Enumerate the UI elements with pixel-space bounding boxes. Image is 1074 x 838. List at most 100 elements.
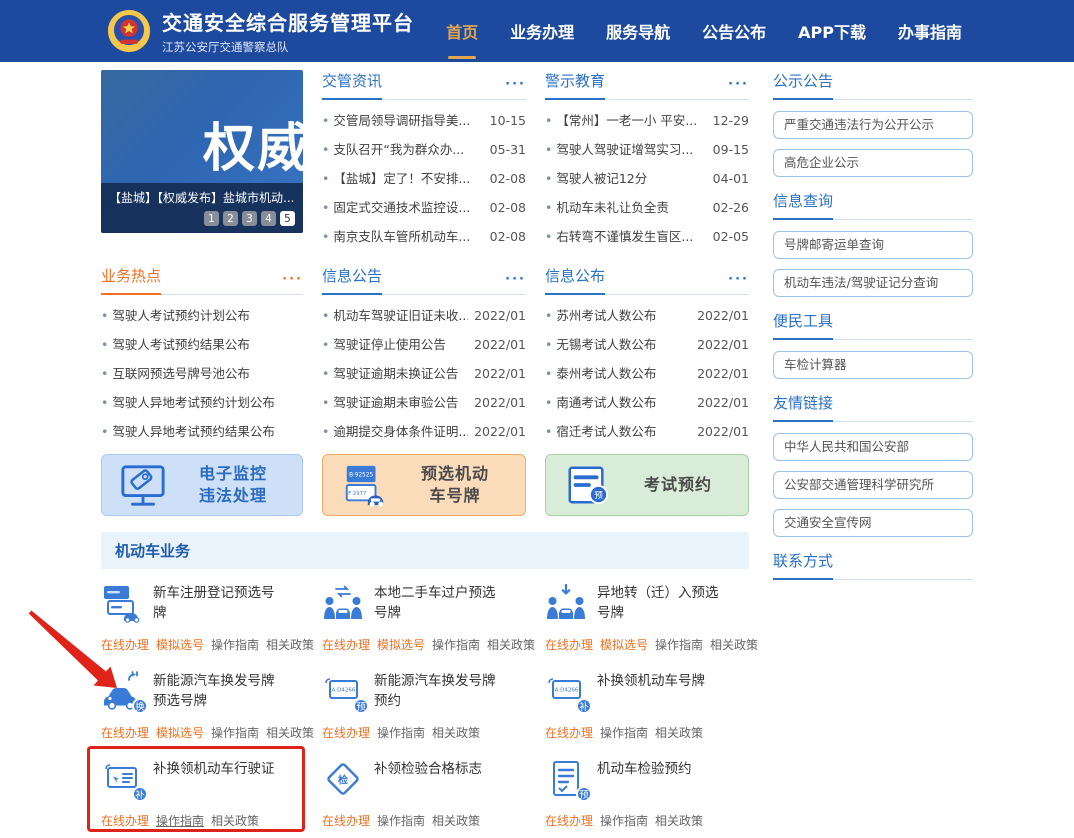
service-title[interactable]: 补领检验合格标志 xyxy=(374,759,508,805)
service-link[interactable]: 模拟选号 xyxy=(156,636,204,653)
news-item[interactable]: 泰州考试人数公布 2022/01 xyxy=(545,359,749,388)
news-item[interactable]: 宿迁考试人数公布 2022/01 xyxy=(545,417,749,446)
more-icon[interactable]: ··· xyxy=(728,272,749,294)
service-link[interactable]: 相关政策 xyxy=(655,724,703,741)
service-link[interactable]: 相关政策 xyxy=(655,812,703,829)
sidebar-link-button[interactable]: 高危企业公示 xyxy=(773,149,973,177)
nav-item[interactable]: 服务导航 xyxy=(606,15,670,47)
service-link[interactable]: 相关政策 xyxy=(211,812,259,829)
service-link[interactable]: 操作指南 xyxy=(432,636,480,653)
news-item[interactable]: 南通考试人数公布 2022/01 xyxy=(545,388,749,417)
news-item[interactable]: 固定式交通技术监控设... 02-08 xyxy=(322,193,526,222)
news-item[interactable]: 苏州考试人数公布 2022/01 xyxy=(545,301,749,330)
service-link[interactable]: 相关政策 xyxy=(432,812,480,829)
sidebar-link-button[interactable]: 号牌邮寄运单查询 xyxy=(773,231,973,259)
section-xinxi-gongbu: 信息公布 ··· 苏州考试人数公布 2022/01 无锡考试人数公布 2022/… xyxy=(545,265,749,446)
news-item[interactable]: 驾驶人驾驶证增驾实习... 09-15 xyxy=(545,135,749,164)
news-item[interactable]: 驾驶人异地考试预约结果公布 xyxy=(101,417,303,446)
service-item: 检 补领检验合格标志 在线办理 操作指南 相关政策 xyxy=(322,759,526,829)
news-item[interactable]: 互联网预选号牌号池公布 xyxy=(101,359,303,388)
more-icon[interactable]: ··· xyxy=(282,272,303,294)
service-link[interactable]: 在线办理 xyxy=(322,636,370,653)
service-title[interactable]: 异地转（迁）入预选号牌 xyxy=(597,583,731,629)
service-link[interactable]: 操作指南 xyxy=(600,724,648,741)
sidebar-link-button[interactable]: 机动车违法/驾驶证记分查询 xyxy=(773,269,973,297)
service-link[interactable]: 在线办理 xyxy=(545,724,593,741)
news-item[interactable]: 【盐城】定了！不安排... 02-08 xyxy=(322,164,526,193)
service-title[interactable]: 新车注册登记预选号牌 xyxy=(153,583,287,629)
carousel-page[interactable]: 3 xyxy=(242,211,257,226)
service-link[interactable]: 相关政策 xyxy=(432,724,480,741)
service-link[interactable]: 模拟选号 xyxy=(156,724,204,741)
service-link[interactable]: 在线办理 xyxy=(322,724,370,741)
service-link[interactable]: 相关政策 xyxy=(487,636,535,653)
carousel-page[interactable]: 4 xyxy=(261,211,276,226)
quick-service-banner[interactable]: 电子监控 违法处理 xyxy=(101,454,303,516)
news-item[interactable]: 机动车驾驶证旧证未收... 2022/01 xyxy=(322,301,526,330)
sidebar-link-button[interactable]: 公安部交通管理科学研究所 xyxy=(773,471,973,499)
carousel-page[interactable]: 5 xyxy=(280,211,295,226)
service-title[interactable]: 机动车检验预约 xyxy=(597,759,731,805)
site-subtitle: 江苏公安厅交通警察总队 xyxy=(162,40,289,54)
service-link[interactable]: 操作指南 xyxy=(655,636,703,653)
service-link[interactable]: 相关政策 xyxy=(266,636,314,653)
sidebar-link-button[interactable]: 车检计算器 xyxy=(773,351,973,379)
nav-item[interactable]: 办事指南 xyxy=(898,15,962,47)
service-link[interactable]: 操作指南 xyxy=(211,724,259,741)
service-item: 换 新能源汽车换发号牌预选号牌 在线办理 模拟选号 操作指南 相关政策 xyxy=(101,671,314,741)
service-link[interactable]: 在线办理 xyxy=(545,812,593,829)
service-link[interactable]: 操作指南 xyxy=(377,724,425,741)
nav-item[interactable]: 首页 xyxy=(446,15,478,47)
service-title[interactable]: 新能源汽车换发号牌预约 xyxy=(374,671,508,717)
nav-item[interactable]: APP下载 xyxy=(798,15,866,47)
more-icon[interactable]: ··· xyxy=(728,77,749,99)
service-title[interactable]: 补换领机动车号牌 xyxy=(597,671,731,717)
sidebar-link-button[interactable]: 中华人民共和国公安部 xyxy=(773,433,973,461)
service-link[interactable]: 相关政策 xyxy=(266,724,314,741)
news-item[interactable]: 【常州】一老一小 平安... 12-29 xyxy=(545,106,749,135)
news-item[interactable]: 驾驶人考试预约计划公布 xyxy=(101,301,303,330)
news-item[interactable]: 驾驶证逾期未换证公告 2022/01 xyxy=(322,359,526,388)
main-column: 权威 【盐城】【权威发布】盐城市机动... 1 2 3 4 5 交管资讯 ···… xyxy=(87,70,758,838)
service-link[interactable]: 操作指南 xyxy=(600,812,648,829)
more-icon[interactable]: ··· xyxy=(505,272,526,294)
more-icon[interactable]: ··· xyxy=(505,77,526,99)
news-item[interactable]: 驾驶人考试预约结果公布 xyxy=(101,330,303,359)
news-item[interactable]: 交管局领导调研指导美... 10-15 xyxy=(322,106,526,135)
sidebar-link-button[interactable]: 交通安全宣传网 xyxy=(773,509,973,537)
service-title[interactable]: 本地二手车过户预选号牌 xyxy=(374,583,508,629)
news-item[interactable]: 逾期提交身体条件证明... 2022/01 xyxy=(322,417,526,446)
service-link[interactable]: 在线办理 xyxy=(322,812,370,829)
service-link[interactable]: 在线办理 xyxy=(101,724,149,741)
news-item[interactable]: 右转弯不谨慎发生盲区... 02-05 xyxy=(545,222,749,251)
service-link[interactable]: 在线办理 xyxy=(545,636,593,653)
service-title[interactable]: 补换领机动车行驶证 xyxy=(153,759,287,805)
quick-service-banner[interactable]: 预 考试预约 xyxy=(545,454,749,516)
news-item[interactable]: 无锡考试人数公布 2022/01 xyxy=(545,330,749,359)
section-title: 警示教育 xyxy=(545,70,606,100)
quick-service-banner[interactable]: B·92525 F·2977 预选机动 车号牌 xyxy=(322,454,526,516)
news-carousel[interactable]: 权威 【盐城】【权威发布】盐城市机动... 1 2 3 4 5 xyxy=(101,70,303,233)
service-link[interactable]: 相关政策 xyxy=(710,636,758,653)
service-link[interactable]: 模拟选号 xyxy=(600,636,648,653)
news-item[interactable]: 驾驶人被记12分 04-01 xyxy=(545,164,749,193)
nav-item[interactable]: 公告公布 xyxy=(702,15,766,47)
news-item[interactable]: 驾驶人异地考试预约计划公布 xyxy=(101,388,303,417)
carousel-page[interactable]: 1 xyxy=(204,211,219,226)
news-item[interactable]: 支队召开“我为群众办... 05-31 xyxy=(322,135,526,164)
carousel-page[interactable]: 2 xyxy=(223,211,238,226)
news-item[interactable]: 驾驶证停止使用公告 2022/01 xyxy=(322,330,526,359)
news-item[interactable]: 南京支队车管所机动车... 02-08 xyxy=(322,222,526,251)
nav-item[interactable]: 业务办理 xyxy=(510,15,574,47)
service-title[interactable]: 新能源汽车换发号牌预选号牌 xyxy=(153,671,287,717)
service-link[interactable]: 模拟选号 xyxy=(377,636,425,653)
service-link[interactable]: 操作指南 xyxy=(211,636,259,653)
sidebar-link-button[interactable]: 严重交通违法行为公开公示 xyxy=(773,111,973,139)
carousel-caption[interactable]: 【盐城】【权威发布】盐城市机动... xyxy=(109,189,295,206)
service-link[interactable]: 在线办理 xyxy=(101,812,149,829)
people-car-in-icon xyxy=(545,583,587,623)
service-link[interactable]: 操作指南 xyxy=(156,812,204,829)
news-item[interactable]: 驾驶证逾期未审验公告 2022/01 xyxy=(322,388,526,417)
news-item[interactable]: 机动车未礼让负全责 02-26 xyxy=(545,193,749,222)
service-link[interactable]: 操作指南 xyxy=(377,812,425,829)
